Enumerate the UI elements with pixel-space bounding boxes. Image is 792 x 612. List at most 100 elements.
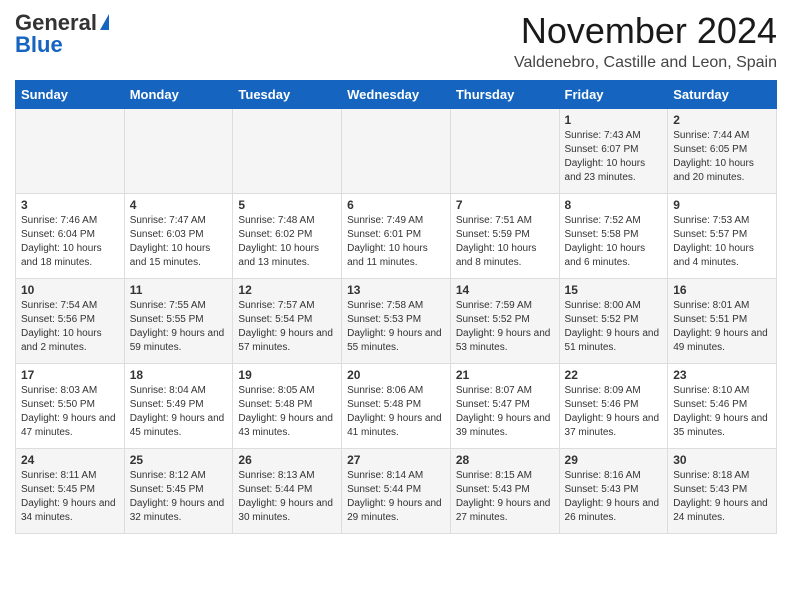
calendar-cell: 5 Sunrise: 7:48 AM Sunset: 6:02 PM Daylig…: [233, 194, 342, 279]
day-number: 28: [456, 453, 554, 467]
weekday-header-wednesday: Wednesday: [342, 81, 451, 109]
weekday-header-sunday: Sunday: [16, 81, 125, 109]
day-number: 10: [21, 283, 119, 297]
day-number: 22: [565, 368, 663, 382]
day-info: Sunrise: 8:03 AM Sunset: 5:50 PM Dayligh…: [21, 384, 119, 440]
calendar-cell: 16 Sunrise: 8:01 AM Sunset: 5:51 PM Dayli…: [668, 279, 777, 364]
day-number: 25: [130, 453, 228, 467]
title-area: November 2024 Valdenebro, Castille and L…: [514, 10, 777, 72]
day-number: 17: [21, 368, 119, 382]
day-info: Sunrise: 7:51 AM Sunset: 5:59 PM Dayligh…: [456, 214, 554, 270]
week-row-1: 1 Sunrise: 7:43 AM Sunset: 6:07 PM Daylig…: [16, 109, 777, 194]
day-info: Sunrise: 7:48 AM Sunset: 6:02 PM Dayligh…: [238, 214, 336, 270]
day-info: Sunrise: 8:00 AM Sunset: 5:52 PM Dayligh…: [565, 299, 663, 355]
weekday-header-saturday: Saturday: [668, 81, 777, 109]
day-info: Sunrise: 8:13 AM Sunset: 5:44 PM Dayligh…: [238, 469, 336, 525]
day-number: 1: [565, 113, 663, 127]
day-info: Sunrise: 8:04 AM Sunset: 5:49 PM Dayligh…: [130, 384, 228, 440]
week-row-2: 3Sunrise: 7:46 AM Sunset: 6:04 PM Daylig…: [16, 194, 777, 279]
day-info: Sunrise: 8:16 AM Sunset: 5:43 PM Dayligh…: [565, 469, 663, 525]
calendar-cell: 7 Sunrise: 7:51 AM Sunset: 5:59 PM Daylig…: [450, 194, 559, 279]
calendar-cell: 14Sunrise: 7:59 AM Sunset: 5:52 PM Dayli…: [450, 279, 559, 364]
calendar-cell: 9 Sunrise: 7:53 AM Sunset: 5:57 PM Daylig…: [668, 194, 777, 279]
day-info: Sunrise: 7:47 AM Sunset: 6:03 PM Dayligh…: [130, 214, 228, 270]
week-row-5: 24 Sunrise: 8:11 AM Sunset: 5:45 PM Dayli…: [16, 449, 777, 534]
calendar-cell: 22 Sunrise: 8:09 AM Sunset: 5:46 PM Dayli…: [559, 364, 668, 449]
logo: General Blue: [15, 10, 109, 58]
day-number: 4: [130, 198, 228, 212]
day-number: 2: [673, 113, 771, 127]
day-info: Sunrise: 7:55 AM Sunset: 5:55 PM Dayligh…: [130, 299, 228, 355]
calendar-cell: 20 Sunrise: 8:06 AM Sunset: 5:48 PM Dayli…: [342, 364, 451, 449]
day-number: 9: [673, 198, 771, 212]
calendar-cell: 25 Sunrise: 8:12 AM Sunset: 5:45 PM Dayli…: [124, 449, 233, 534]
day-info: Sunrise: 8:12 AM Sunset: 5:45 PM Dayligh…: [130, 469, 228, 525]
day-info: Sunrise: 7:53 AM Sunset: 5:57 PM Dayligh…: [673, 214, 771, 270]
day-info: Sunrise: 8:15 AM Sunset: 5:43 PM Dayligh…: [456, 469, 554, 525]
weekday-header-thursday: Thursday: [450, 81, 559, 109]
calendar-table: SundayMondayTuesdayWednesdayThursdayFrid…: [15, 80, 777, 534]
calendar-body: 1 Sunrise: 7:43 AM Sunset: 6:07 PM Daylig…: [16, 109, 777, 534]
calendar-cell: 27 Sunrise: 8:14 AM Sunset: 5:44 PM Dayli…: [342, 449, 451, 534]
calendar-cell: 13Sunrise: 7:58 AM Sunset: 5:53 PM Dayli…: [342, 279, 451, 364]
week-row-3: 10Sunrise: 7:54 AM Sunset: 5:56 PM Dayli…: [16, 279, 777, 364]
day-info: Sunrise: 7:46 AM Sunset: 6:04 PM Dayligh…: [21, 214, 119, 270]
day-number: 12: [238, 283, 336, 297]
calendar-cell: 8 Sunrise: 7:52 AM Sunset: 5:58 PM Daylig…: [559, 194, 668, 279]
weekday-header-row: SundayMondayTuesdayWednesdayThursdayFrid…: [16, 81, 777, 109]
day-info: Sunrise: 8:09 AM Sunset: 5:46 PM Dayligh…: [565, 384, 663, 440]
calendar-cell: 21Sunrise: 8:07 AM Sunset: 5:47 PM Dayli…: [450, 364, 559, 449]
calendar-cell: 23 Sunrise: 8:10 AM Sunset: 5:46 PM Dayli…: [668, 364, 777, 449]
calendar-cell: 29 Sunrise: 8:16 AM Sunset: 5:43 PM Dayli…: [559, 449, 668, 534]
calendar-cell: [450, 109, 559, 194]
day-info: Sunrise: 8:05 AM Sunset: 5:48 PM Dayligh…: [238, 384, 336, 440]
day-number: 23: [673, 368, 771, 382]
day-number: 11: [130, 283, 228, 297]
day-number: 15: [565, 283, 663, 297]
calendar-cell: 1 Sunrise: 7:43 AM Sunset: 6:07 PM Daylig…: [559, 109, 668, 194]
day-info: Sunrise: 7:57 AM Sunset: 5:54 PM Dayligh…: [238, 299, 336, 355]
day-number: 30: [673, 453, 771, 467]
day-info: Sunrise: 8:10 AM Sunset: 5:46 PM Dayligh…: [673, 384, 771, 440]
day-number: 24: [21, 453, 119, 467]
calendar-cell: 19Sunrise: 8:05 AM Sunset: 5:48 PM Dayli…: [233, 364, 342, 449]
day-number: 18: [130, 368, 228, 382]
logo-triangle-icon: [100, 14, 109, 30]
day-number: 16: [673, 283, 771, 297]
day-info: Sunrise: 8:11 AM Sunset: 5:45 PM Dayligh…: [21, 469, 119, 525]
calendar-cell: 15 Sunrise: 8:00 AM Sunset: 5:52 PM Dayli…: [559, 279, 668, 364]
calendar-header: SundayMondayTuesdayWednesdayThursdayFrid…: [16, 81, 777, 109]
day-number: 7: [456, 198, 554, 212]
calendar-cell: 6 Sunrise: 7:49 AM Sunset: 6:01 PM Daylig…: [342, 194, 451, 279]
day-number: 29: [565, 453, 663, 467]
day-number: 8: [565, 198, 663, 212]
day-info: Sunrise: 8:06 AM Sunset: 5:48 PM Dayligh…: [347, 384, 445, 440]
day-info: Sunrise: 7:52 AM Sunset: 5:58 PM Dayligh…: [565, 214, 663, 270]
day-info: Sunrise: 7:43 AM Sunset: 6:07 PM Dayligh…: [565, 129, 663, 185]
day-info: Sunrise: 8:07 AM Sunset: 5:47 PM Dayligh…: [456, 384, 554, 440]
day-number: 20: [347, 368, 445, 382]
day-info: Sunrise: 8:14 AM Sunset: 5:44 PM Dayligh…: [347, 469, 445, 525]
month-title: November 2024: [514, 10, 777, 52]
calendar-cell: [16, 109, 125, 194]
day-number: 27: [347, 453, 445, 467]
day-info: Sunrise: 8:18 AM Sunset: 5:43 PM Dayligh…: [673, 469, 771, 525]
calendar-cell: 4 Sunrise: 7:47 AM Sunset: 6:03 PM Daylig…: [124, 194, 233, 279]
weekday-header-monday: Monday: [124, 81, 233, 109]
calendar-cell: 3Sunrise: 7:46 AM Sunset: 6:04 PM Daylig…: [16, 194, 125, 279]
calendar-cell: 11 Sunrise: 7:55 AM Sunset: 5:55 PM Dayli…: [124, 279, 233, 364]
day-info: Sunrise: 7:44 AM Sunset: 6:05 PM Dayligh…: [673, 129, 771, 185]
day-number: 6: [347, 198, 445, 212]
week-row-4: 17 Sunrise: 8:03 AM Sunset: 5:50 PM Dayli…: [16, 364, 777, 449]
day-number: 26: [238, 453, 336, 467]
weekday-header-friday: Friday: [559, 81, 668, 109]
day-info: Sunrise: 7:49 AM Sunset: 6:01 PM Dayligh…: [347, 214, 445, 270]
calendar-cell: 30 Sunrise: 8:18 AM Sunset: 5:43 PM Dayli…: [668, 449, 777, 534]
calendar-cell: [233, 109, 342, 194]
day-info: Sunrise: 8:01 AM Sunset: 5:51 PM Dayligh…: [673, 299, 771, 355]
day-info: Sunrise: 7:58 AM Sunset: 5:53 PM Dayligh…: [347, 299, 445, 355]
day-number: 5: [238, 198, 336, 212]
calendar-cell: [342, 109, 451, 194]
day-info: Sunrise: 7:59 AM Sunset: 5:52 PM Dayligh…: [456, 299, 554, 355]
header: General Blue November 2024 Valdenebro, C…: [15, 10, 777, 72]
